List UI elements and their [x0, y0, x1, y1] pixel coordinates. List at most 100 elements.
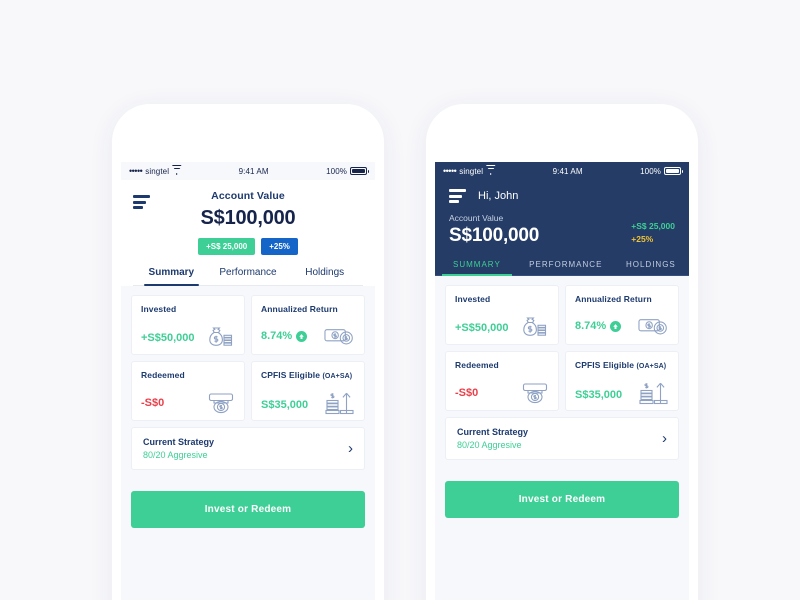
card-row: 8.74% — [575, 315, 669, 337]
tab-holdings[interactable]: Holdings — [286, 267, 363, 285]
summary-body-dark: Invested +S$50,000 Annualized Return 8.7… — [435, 276, 689, 460]
card-value: -S$0 — [141, 397, 165, 409]
chevron-right-icon[interactable]: › — [348, 441, 353, 456]
card-title-main: CPFIS Eligible — [261, 370, 321, 380]
phone-mockup-light: ••••• singtel 9:41 AM 100% Account Value… — [112, 104, 384, 600]
carrier-label: singtel — [459, 166, 484, 176]
card-title: CPFIS Eligible (OA+SA) — [261, 370, 355, 380]
atm-withdraw-icon — [521, 381, 549, 405]
card-row: -S$0 — [455, 381, 549, 405]
battery-full-icon — [350, 167, 369, 175]
tab-summary[interactable]: SUMMARY — [435, 260, 519, 276]
card-value-wrap: -S$0 — [455, 387, 478, 399]
phone-mockup-dark: ••••• singtel 9:41 AM 100% Hi, John Acco… — [426, 104, 698, 600]
chevron-right-icon[interactable]: › — [662, 431, 667, 446]
status-bar-time: 9:41 AM — [238, 166, 269, 176]
gain-percent-badge: +25% — [261, 238, 298, 255]
phone-screen-dark: ••••• singtel 9:41 AM 100% Hi, John Acco… — [435, 162, 689, 600]
card-title: Annualized Return — [575, 294, 652, 304]
carrier-label: singtel — [145, 166, 170, 176]
card-title-main: CPFIS Eligible — [575, 360, 635, 370]
card-cpfis-eligible[interactable]: CPFIS Eligible (OA+SA) S$35,000 — [251, 361, 365, 421]
summary-body-light: Invested +S$50,000 Annualized Return 8.7… — [121, 286, 375, 470]
stat-card-grid: Invested +S$50,000 Annualized Return 8.7… — [445, 285, 679, 411]
card-row: -S$0 — [141, 391, 235, 415]
card-value-wrap: S$35,000 — [261, 399, 308, 411]
card-value: +S$50,000 — [455, 322, 509, 334]
battery-percent-label: 100% — [326, 166, 347, 176]
atm-withdraw-icon — [207, 391, 235, 415]
card-title: CPFIS Eligible (OA+SA) — [575, 360, 669, 370]
money-bag-icon — [205, 325, 235, 351]
card-title: Redeemed — [455, 360, 499, 370]
trend-up-icon — [296, 330, 308, 342]
status-bar: ••••• singtel 9:41 AM 100% — [121, 162, 375, 180]
hamburger-menu-icon[interactable] — [133, 195, 150, 209]
card-row: +S$50,000 — [141, 325, 235, 351]
card-redeemed[interactable]: Redeemed -S$0 — [131, 361, 245, 421]
hamburger-menu-icon[interactable] — [449, 189, 466, 203]
tab-holdings[interactable]: HOLDINGS — [613, 260, 689, 275]
invest-or-redeem-button[interactable]: Invest or Redeem — [445, 481, 679, 518]
card-value: S$35,000 — [575, 389, 623, 401]
delta-block: +S$ 25,000 +25% — [631, 221, 675, 247]
status-bar-left: ••••• singtel — [129, 165, 182, 176]
strategy-value: 80/20 Aggresive — [143, 450, 208, 460]
battery-full-icon — [664, 167, 683, 175]
status-bar: ••••• singtel 9:41 AM 100% — [435, 162, 689, 180]
card-row: S$35,000 — [261, 391, 355, 419]
dark-header-value-row: Account Value S$100,000 +S$ 25,000 +25% — [435, 203, 689, 247]
dark-header: Hi, John Account Value S$100,000 +S$ 25,… — [435, 180, 689, 276]
current-strategy-row[interactable]: Current Strategy 80/20 Aggresive › — [445, 417, 679, 460]
card-row: 8.74% — [261, 325, 355, 347]
card-invested[interactable]: Invested +S$50,000 — [131, 295, 245, 355]
invest-or-redeem-button[interactable]: Invest or Redeem — [131, 491, 365, 528]
light-header: Account Value S$100,000 +S$ 25,000 +25% … — [121, 180, 375, 286]
wifi-icon — [485, 165, 496, 175]
wifi-icon — [171, 165, 182, 175]
strategy-value: 80/20 Aggresive — [457, 440, 522, 450]
gain-amount-badge: +S$ 25,000 — [198, 238, 256, 255]
gain-amount-label: +S$ 25,000 — [631, 221, 675, 231]
strategy-text: Current Strategy 80/20 Aggresive — [143, 437, 348, 460]
menu-button[interactable] — [133, 195, 150, 209]
current-strategy-row[interactable]: Current Strategy 80/20 Aggresive › — [131, 427, 365, 470]
money-bag-icon — [519, 315, 549, 341]
card-title-sub: (OA+SA) — [636, 363, 667, 370]
account-value-label: Account Value — [211, 190, 285, 202]
card-value-wrap: -S$0 — [141, 397, 164, 409]
card-value-wrap: +S$50,000 — [141, 332, 195, 344]
strategy-title: Current Strategy — [143, 437, 215, 447]
screenshot-canvas: ••••• singtel 9:41 AM 100% Account Value… — [0, 0, 800, 600]
tab-summary[interactable]: Summary — [133, 267, 210, 286]
account-value-block: Account Value S$100,000 — [449, 213, 631, 247]
phone-screen-light: ••••• singtel 9:41 AM 100% Account Value… — [121, 162, 375, 600]
banknote-coin-icon — [638, 315, 669, 337]
card-invested[interactable]: Invested +S$50,000 — [445, 285, 559, 345]
coins-growth-icon — [325, 391, 355, 419]
card-value: +S$50,000 — [141, 332, 195, 344]
signal-dots-icon: ••••• — [443, 165, 457, 176]
card-value: 8.74% — [261, 330, 293, 342]
card-title-sub: (OA+SA) — [322, 373, 353, 380]
tab-performance[interactable]: PERFORMANCE — [519, 260, 613, 275]
trend-up-icon — [610, 320, 622, 332]
header-badges: +S$ 25,000 +25% — [133, 238, 363, 255]
card-value-wrap: 8.74% — [261, 330, 308, 342]
tab-performance[interactable]: Performance — [210, 267, 287, 285]
status-bar-right: 100% — [640, 167, 683, 176]
card-cpfis-eligible[interactable]: CPFIS Eligible (OA+SA) S$35,000 — [565, 351, 679, 411]
stat-card-grid: Invested +S$50,000 Annualized Return 8.7… — [131, 295, 365, 421]
card-title: Redeemed — [141, 370, 185, 380]
card-annualized-return[interactable]: Annualized Return 8.74% — [251, 295, 365, 355]
account-value-label: Account Value — [449, 213, 504, 223]
card-value-wrap: 8.74% — [575, 320, 622, 332]
coins-growth-icon — [639, 381, 669, 409]
card-value-wrap: S$35,000 — [575, 389, 622, 401]
card-annualized-return[interactable]: Annualized Return 8.74% — [565, 285, 679, 345]
gain-percent-label: +25% — [631, 234, 654, 244]
card-redeemed[interactable]: Redeemed -S$0 — [445, 351, 559, 411]
tab-bar-light: Summary Performance Holdings — [133, 267, 363, 286]
card-value: -S$0 — [455, 387, 479, 399]
card-value: S$35,000 — [261, 399, 309, 411]
